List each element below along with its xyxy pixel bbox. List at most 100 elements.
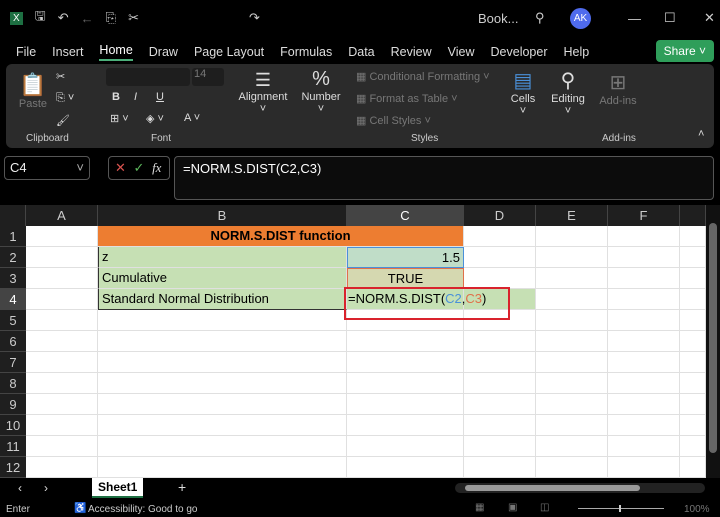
cell[interactable]: [464, 373, 536, 394]
cell[interactable]: [608, 310, 680, 331]
scroll-thumb[interactable]: [709, 223, 717, 453]
copy-icon[interactable]: ⎘ ˅: [56, 92, 74, 105]
cell[interactable]: [26, 268, 98, 289]
cell[interactable]: [98, 352, 347, 373]
cell[interactable]: [608, 226, 680, 247]
cell[interactable]: [464, 352, 536, 373]
cell[interactable]: [680, 247, 706, 268]
menu-data[interactable]: Data: [348, 45, 374, 59]
cell[interactable]: [536, 415, 608, 436]
cell[interactable]: [26, 436, 98, 457]
search-icon[interactable]: ⚲: [535, 10, 545, 26]
cell[interactable]: [536, 310, 608, 331]
minimize-button[interactable]: —: [628, 11, 641, 26]
next-sheet-icon[interactable]: ›: [44, 481, 48, 495]
spreadsheet-grid[interactable]: A B C D E F 1 2 3 4 5 6 7 8 9 10 11 12 NORM.S.DIST …: [0, 205, 706, 478]
cell[interactable]: [680, 352, 706, 373]
cell[interactable]: [680, 457, 706, 478]
cell-b1[interactable]: NORM.S.DIST function: [98, 226, 464, 247]
cell[interactable]: [98, 394, 347, 415]
fx-icon[interactable]: fx: [152, 160, 161, 175]
cell[interactable]: [680, 373, 706, 394]
menu-file[interactable]: File: [16, 45, 36, 59]
col-header-b[interactable]: B: [98, 205, 347, 226]
redo-icon[interactable]: ↷: [249, 10, 260, 26]
alignment-button[interactable]: ☰ Alignment ˅: [238, 70, 288, 115]
font-name-input[interactable]: [106, 68, 190, 86]
format-painter-icon[interactable]: 🖌: [56, 114, 70, 127]
cell[interactable]: [347, 436, 464, 457]
cell[interactable]: [98, 331, 347, 352]
cell[interactable]: [680, 394, 706, 415]
cell[interactable]: [464, 226, 536, 247]
cell[interactable]: [608, 415, 680, 436]
fill-color-icon[interactable]: ◈ ˅: [146, 112, 164, 125]
cells-button[interactable]: ▤ Cells ˅: [506, 68, 540, 117]
cell[interactable]: [608, 394, 680, 415]
menu-developer[interactable]: Developer: [491, 45, 548, 59]
paste-button[interactable]: 📋 Paste: [18, 72, 48, 110]
page-layout-view-icon[interactable]: ▣: [508, 502, 517, 513]
menu-formulas[interactable]: Formulas: [280, 45, 332, 59]
prev-sheet-icon[interactable]: ‹: [18, 481, 22, 495]
cell[interactable]: [536, 457, 608, 478]
row-header-3[interactable]: 3: [0, 268, 26, 289]
bold-button[interactable]: B: [112, 91, 120, 103]
row-header-11[interactable]: 11: [0, 436, 26, 457]
font-size-input[interactable]: 14: [192, 68, 224, 86]
close-button[interactable]: ✕: [704, 10, 715, 26]
format-as-table-button[interactable]: ▦ Format as Table ˅: [356, 92, 458, 105]
cell[interactable]: [536, 289, 608, 310]
cell[interactable]: [98, 415, 347, 436]
select-all[interactable]: [0, 205, 26, 226]
menu-draw[interactable]: Draw: [149, 45, 178, 59]
menu-help[interactable]: Help: [564, 45, 590, 59]
cell[interactable]: [680, 310, 706, 331]
cell[interactable]: [608, 247, 680, 268]
horizontal-scrollbar[interactable]: [455, 483, 705, 493]
h-scroll-thumb[interactable]: [465, 485, 640, 491]
vertical-scrollbar[interactable]: [706, 205, 720, 478]
zoom-level[interactable]: 100%: [684, 504, 710, 515]
cell[interactable]: [26, 331, 98, 352]
cell[interactable]: [608, 268, 680, 289]
cell[interactable]: [680, 436, 706, 457]
cell-b2[interactable]: z: [98, 247, 347, 268]
col-header-f[interactable]: F: [608, 205, 680, 226]
conditional-formatting-button[interactable]: ▦ Conditional Formatting ˅: [356, 70, 490, 83]
col-header-e[interactable]: E: [536, 205, 608, 226]
cell[interactable]: [26, 415, 98, 436]
cell[interactable]: [464, 268, 536, 289]
cell[interactable]: [98, 373, 347, 394]
cell[interactable]: [26, 373, 98, 394]
cancel-icon[interactable]: ✕: [115, 160, 126, 175]
cell[interactable]: [98, 457, 347, 478]
cell[interactable]: [536, 331, 608, 352]
row-header-4[interactable]: 4: [0, 289, 26, 310]
cell[interactable]: [347, 394, 464, 415]
menu-review[interactable]: Review: [391, 45, 432, 59]
name-box[interactable]: C4 ˅: [4, 156, 90, 180]
accessibility-icon[interactable]: ♿: [74, 503, 86, 514]
sheet-tab-sheet1[interactable]: Sheet1: [92, 478, 144, 498]
accessibility-status[interactable]: Accessibility: Good to go: [88, 504, 198, 515]
cell[interactable]: [536, 436, 608, 457]
cell[interactable]: [536, 394, 608, 415]
cell-b3[interactable]: Cumulative: [98, 268, 347, 289]
undo-icon[interactable]: ↶: [58, 10, 69, 26]
cell[interactable]: [536, 373, 608, 394]
cell[interactable]: [26, 310, 98, 331]
cell[interactable]: [26, 226, 98, 247]
formula-input[interactable]: =NORM.S.DIST(C2,C3): [174, 156, 714, 200]
collapse-ribbon-icon[interactable]: ˄: [698, 128, 704, 140]
row-header-5[interactable]: 5: [0, 310, 26, 331]
number-button[interactable]: % Number ˅: [300, 68, 342, 115]
share-button[interactable]: Share ˅: [655, 40, 714, 62]
cell[interactable]: [26, 289, 98, 310]
copy-icon[interactable]: ⎘: [106, 10, 116, 26]
row-header-9[interactable]: 9: [0, 394, 26, 415]
cell[interactable]: [464, 394, 536, 415]
cell-c3[interactable]: TRUE: [347, 268, 464, 289]
cut-icon[interactable]: ✂: [128, 10, 139, 26]
cell[interactable]: [464, 331, 536, 352]
